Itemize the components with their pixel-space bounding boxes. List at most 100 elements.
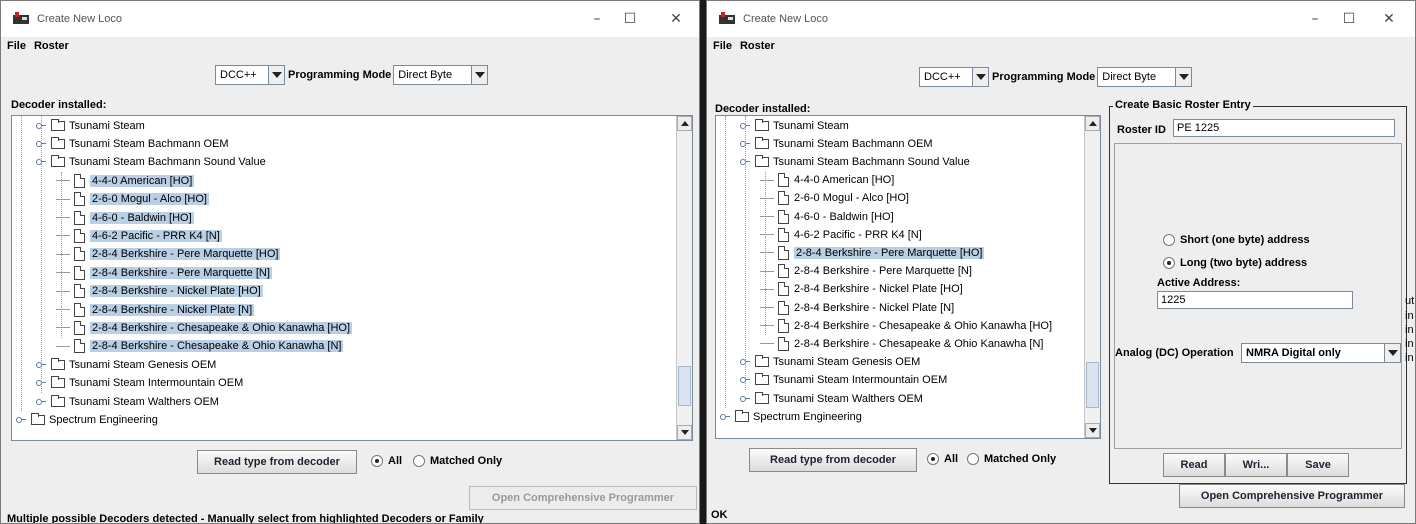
tree-leaf-item[interactable]: 2-6-0 Mogul - Alco [HO]: [56, 191, 209, 208]
tree-item-label: Tsunami Steam: [69, 119, 145, 132]
tree-folder-item[interactable]: Spectrum Engineering: [16, 411, 158, 428]
document-icon: [74, 210, 85, 225]
active-address-input[interactable]: 1225: [1157, 291, 1353, 309]
tree-folder-item[interactable]: Tsunami Steam Bachmann OEM: [36, 135, 229, 152]
menu-file[interactable]: File: [713, 40, 732, 52]
tree-leaf-item[interactable]: 2-8-4 Berkshire - Nickel Plate [HO]: [760, 281, 963, 298]
tree-connector: [56, 180, 70, 182]
menu-file[interactable]: File: [7, 40, 26, 52]
tree-leaf-item[interactable]: 4-6-2 Pacific - PRR K4 [N]: [760, 226, 922, 243]
programming-mode-select[interactable]: Direct Byte: [393, 65, 489, 85]
tree-folder-item[interactable]: Tsunami Steam Genesis OEM: [740, 354, 920, 371]
tree-folder-item[interactable]: Tsunami Steam Bachmann Sound Value: [36, 154, 266, 171]
minimize-icon[interactable]: –: [579, 1, 615, 37]
decoder-tree[interactable]: Tsunami Steam Tsunami Steam Bachmann OEM T…: [715, 115, 1101, 439]
tree-item-label: 2-8-4 Berkshire - Chesapeake & Ohio Kana…: [794, 319, 1053, 332]
scroll-up-icon[interactable]: [1085, 116, 1100, 131]
minimize-icon[interactable]: –: [1297, 1, 1333, 37]
tree-leaf-item[interactable]: 2-8-4 Berkshire - Chesapeake & Ohio Kana…: [56, 338, 344, 355]
write-button[interactable]: Wri...: [1225, 453, 1287, 477]
scroll-down-icon[interactable]: [1085, 423, 1100, 438]
collapse-handle-icon[interactable]: [36, 157, 48, 167]
expand-handle-icon[interactable]: [36, 378, 48, 388]
radio-matched-only[interactable]: Matched Only: [413, 455, 502, 467]
tree-leaf-item[interactable]: 2-8-4 Berkshire - Nickel Plate [N]: [56, 301, 255, 318]
tree-folder-item[interactable]: Tsunami Steam Bachmann OEM: [740, 135, 933, 152]
tree-leaf-item[interactable]: 2-6-0 Mogul - Alco [HO]: [760, 190, 909, 207]
tree-folder-item[interactable]: Tsunami Steam Genesis OEM: [36, 356, 216, 373]
read-type-button[interactable]: Read type from decoder: [197, 450, 357, 474]
scroll-up-icon[interactable]: [677, 116, 692, 131]
save-button[interactable]: Save: [1287, 453, 1349, 477]
scroll-thumb[interactable]: [678, 366, 691, 406]
tree-folder-item[interactable]: Tsunami Steam Intermountain OEM: [36, 375, 243, 392]
document-icon: [778, 336, 789, 351]
tree-scrollbar[interactable]: [676, 116, 692, 440]
document-icon: [74, 173, 85, 188]
tree-leaf-item[interactable]: 4-4-0 American [HO]: [56, 172, 195, 189]
tree-leaf-item[interactable]: 4-6-0 - Baldwin [HO]: [56, 209, 194, 226]
tree-folder-item[interactable]: Spectrum Engineering: [720, 408, 862, 425]
tree-folder-item[interactable]: Tsunami Steam: [36, 117, 145, 134]
tree-folder-item[interactable]: Tsunami Steam: [740, 117, 849, 134]
maximize-icon[interactable]: ☐: [612, 1, 648, 37]
scroll-down-icon[interactable]: [677, 425, 692, 440]
expand-handle-icon[interactable]: [36, 397, 48, 407]
analog-operation-select[interactable]: NMRA Digital only: [1241, 343, 1401, 363]
tree-leaf-item[interactable]: 2-8-4 Berkshire - Pere Marquette [HO]: [56, 246, 281, 263]
expand-handle-icon[interactable]: [740, 139, 752, 149]
scroll-thumb[interactable]: [1086, 362, 1099, 408]
radio-all[interactable]: All: [371, 455, 402, 467]
expand-handle-icon[interactable]: [720, 412, 732, 422]
tree-leaf-item[interactable]: 2-8-4 Berkshire - Pere Marquette [HO]: [760, 244, 985, 261]
tree-leaf-item[interactable]: 2-8-4 Berkshire - Nickel Plate [HO]: [56, 283, 263, 300]
radio-selected-icon: [371, 455, 383, 467]
expand-handle-icon[interactable]: [36, 121, 48, 131]
tree-leaf-item[interactable]: 4-6-2 Pacific - PRR K4 [N]: [56, 227, 222, 244]
open-programmer-button[interactable]: Open Comprehensive Programmer: [1179, 484, 1405, 508]
read-type-button[interactable]: Read type from decoder: [749, 448, 917, 472]
tree-leaf-item[interactable]: 2-8-4 Berkshire - Chesapeake & Ohio Kana…: [760, 317, 1052, 334]
expand-handle-icon[interactable]: [16, 415, 28, 425]
tree-leaf-item[interactable]: 2-8-4 Berkshire - Nickel Plate [N]: [760, 299, 954, 316]
radio-all[interactable]: All: [927, 453, 958, 465]
protocol-select[interactable]: DCC++: [919, 67, 989, 87]
decoder-installed-label: Decoder installed:: [715, 103, 811, 115]
expand-handle-icon[interactable]: [740, 394, 752, 404]
title-bar: Create New Loco – ☐ ✕: [707, 1, 1415, 37]
roster-id-input[interactable]: PE 1225: [1173, 119, 1395, 137]
expand-handle-icon[interactable]: [36, 139, 48, 149]
tree-leaf-item[interactable]: 2-8-4 Berkshire - Chesapeake & Ohio Kana…: [760, 335, 1043, 352]
maximize-icon[interactable]: ☐: [1331, 1, 1367, 37]
close-icon[interactable]: ✕: [658, 1, 694, 37]
title-bar: Create New Loco – ☐ ✕: [1, 1, 699, 37]
radio-short-address[interactable]: Short (one byte) address: [1163, 234, 1310, 246]
collapse-handle-icon[interactable]: [740, 157, 752, 167]
tree-leaf-item[interactable]: 4-4-0 American [HO]: [760, 172, 894, 189]
expand-handle-icon[interactable]: [740, 357, 752, 367]
tree-scrollbar[interactable]: [1084, 116, 1100, 438]
tree-folder-item[interactable]: Tsunami Steam Walthers OEM: [36, 393, 219, 410]
programming-mode-select[interactable]: Direct Byte: [1097, 67, 1193, 87]
expand-handle-icon[interactable]: [740, 121, 752, 131]
tree-folder-item[interactable]: Tsunami Steam Walthers OEM: [740, 390, 923, 407]
read-button[interactable]: Read: [1163, 453, 1225, 477]
tree-leaf-item[interactable]: 2-8-4 Berkshire - Pere Marquette [N]: [760, 263, 972, 280]
open-programmer-button[interactable]: Open Comprehensive Programmer: [469, 486, 697, 510]
menu-roster[interactable]: Roster: [740, 40, 775, 52]
radio-long-address[interactable]: Long (two byte) address: [1163, 257, 1307, 269]
expand-handle-icon[interactable]: [740, 375, 752, 385]
tree-leaf-item[interactable]: 2-8-4 Berkshire - Pere Marquette [N]: [56, 264, 272, 281]
tree-leaf-item[interactable]: 2-8-4 Berkshire - Chesapeake & Ohio Kana…: [56, 319, 353, 336]
expand-handle-icon[interactable]: [36, 360, 48, 370]
folder-icon: [51, 394, 65, 407]
folder-icon: [755, 154, 769, 167]
tree-leaf-item[interactable]: 4-6-0 - Baldwin [HO]: [760, 208, 894, 225]
menu-roster[interactable]: Roster: [34, 40, 69, 52]
decoder-tree[interactable]: Tsunami Steam Tsunami Steam Bachmann OEM T…: [11, 115, 693, 441]
tree-folder-item[interactable]: Tsunami Steam Bachmann Sound Value: [740, 153, 970, 170]
close-icon[interactable]: ✕: [1371, 1, 1407, 37]
protocol-select[interactable]: DCC++: [215, 65, 285, 85]
tree-folder-item[interactable]: Tsunami Steam Intermountain OEM: [740, 372, 947, 389]
radio-matched-only[interactable]: Matched Only: [967, 453, 1056, 465]
